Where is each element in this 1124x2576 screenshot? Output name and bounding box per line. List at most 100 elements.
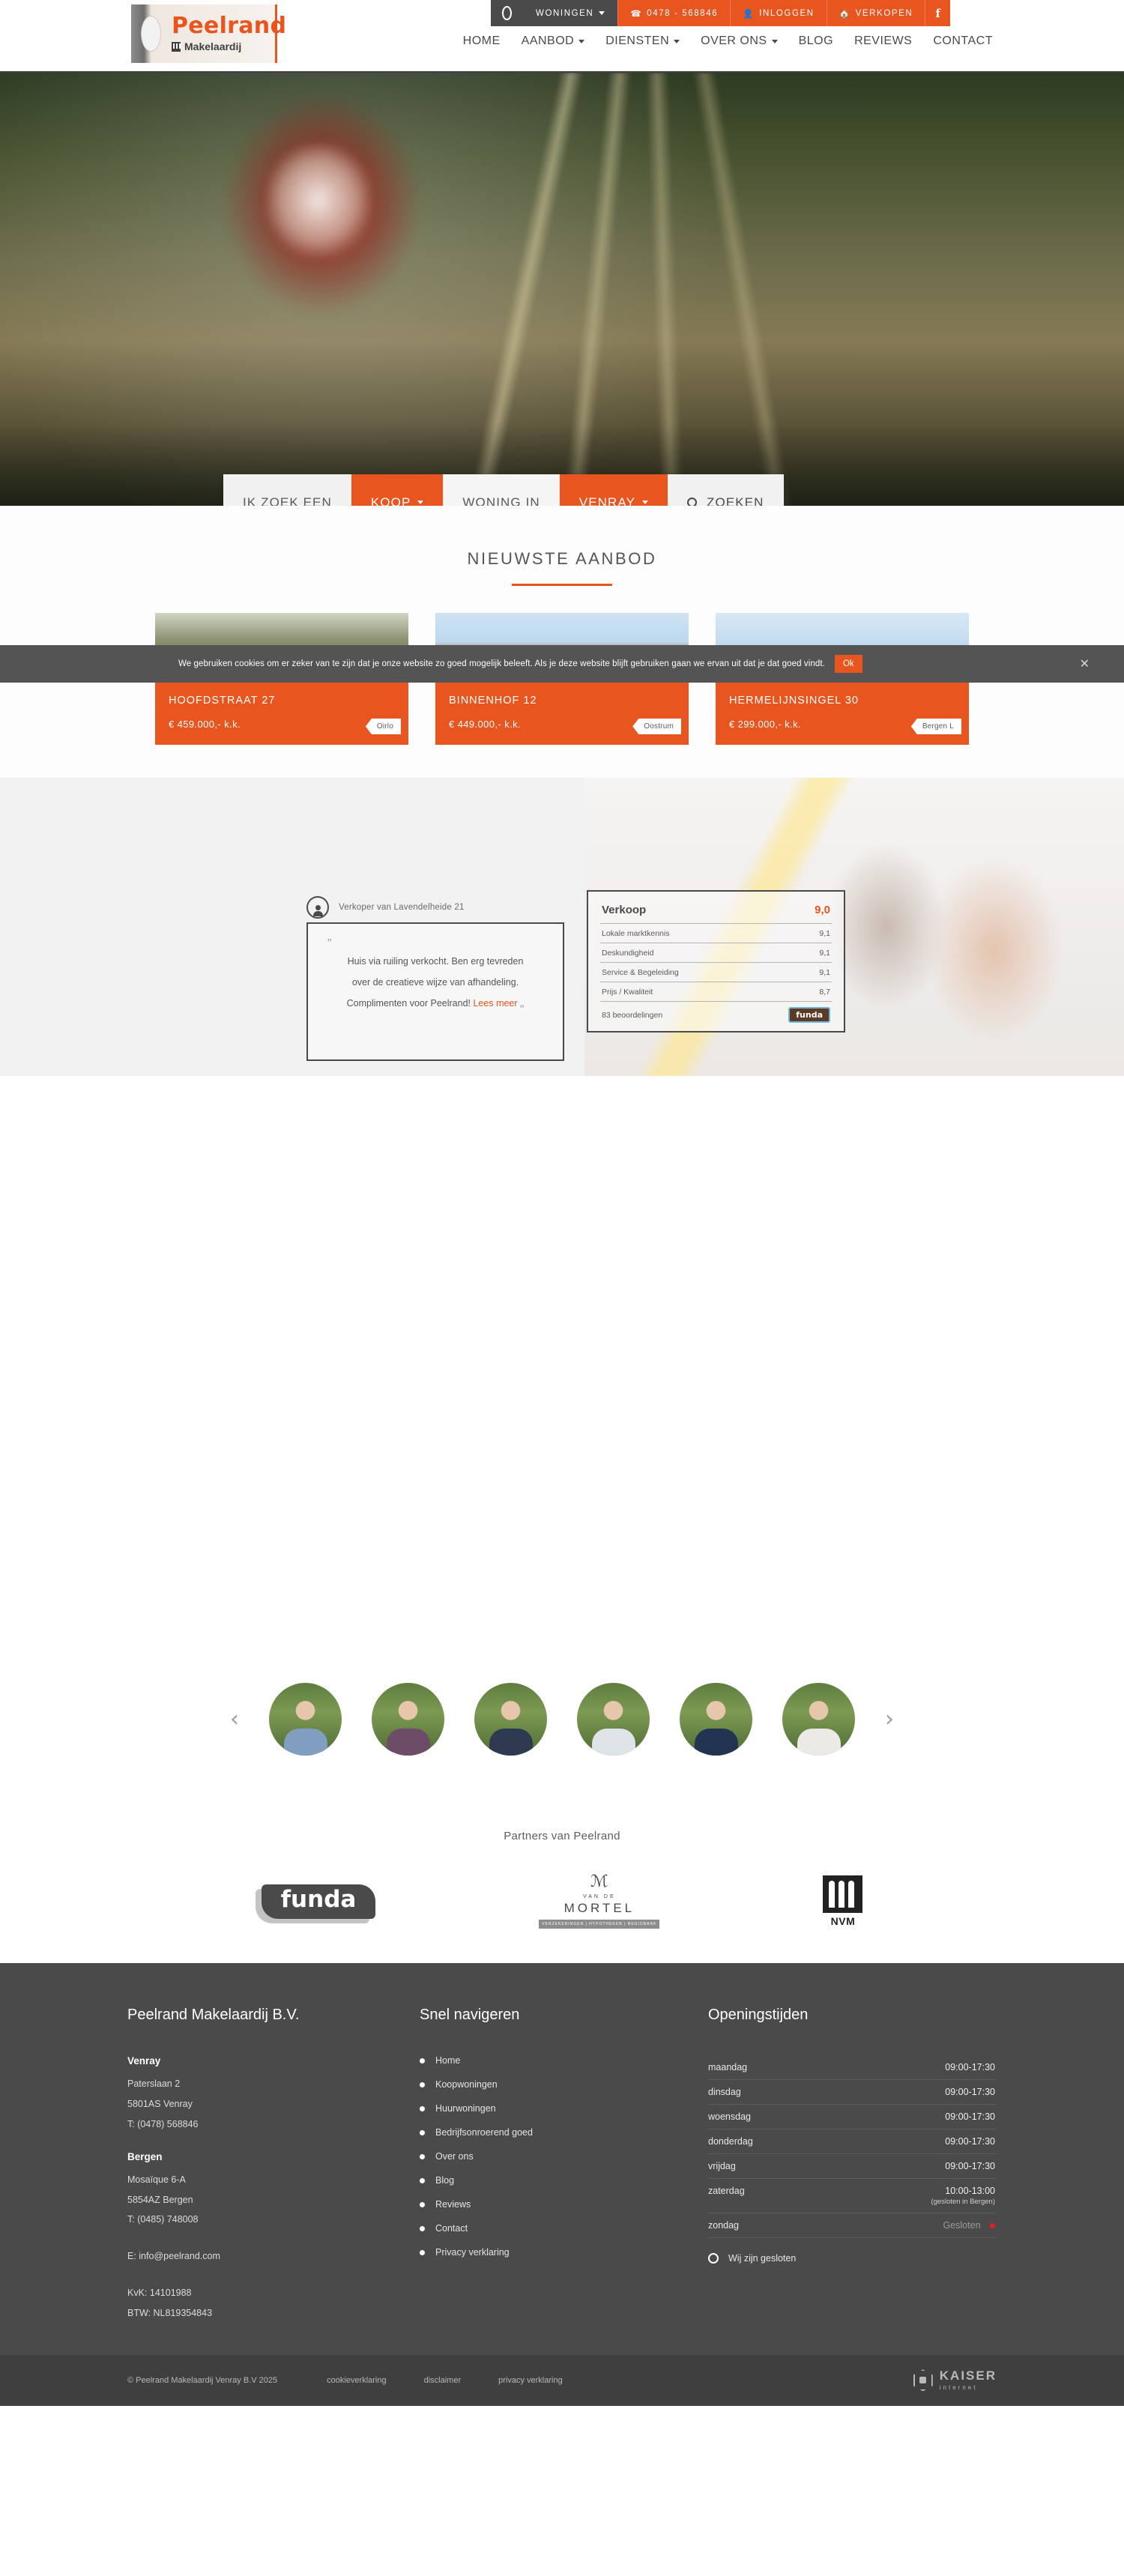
- utility-item-facebook[interactable]: f: [925, 0, 950, 26]
- partner-logo-funda[interactable]: funda: [261, 1884, 376, 1919]
- footer-email[interactable]: E: info@peelrand.com: [127, 2246, 420, 2267]
- utility-item-woningen[interactable]: WONINGEN: [523, 0, 618, 26]
- footer-nav-item-privacy-verklaring[interactable]: Privacy verklaring: [420, 2247, 708, 2258]
- site-logo[interactable]: Peelrand Makelaardij: [131, 4, 286, 63]
- hours-note: (gesloten in Bergen): [931, 2198, 995, 2206]
- nav-label-home: HOME: [462, 34, 501, 47]
- hours-day: zondag: [708, 2220, 740, 2231]
- logo-title: Peelrand: [172, 13, 287, 39]
- utility-label-phone: 0478 - 568846: [647, 8, 719, 18]
- closed-indicator-icon: [990, 2223, 995, 2229]
- hours-day: zaterdag: [708, 2186, 745, 2196]
- team-member-avatar[interactable]: [269, 1682, 342, 1756]
- legal-link-privacy-verklaring[interactable]: privacy verklaring: [498, 2376, 563, 2385]
- mortel-tagline: VERZEKERINGEN | HYPOTHEKEN | REGIOBANK: [539, 1920, 660, 1929]
- funda-rating-row: Lokale marktkennis 9,1: [600, 923, 832, 943]
- footer-office-phone[interactable]: T: (0478) 568846: [127, 2114, 420, 2135]
- listing-card-grid: HOOFDSTRAAT 27 € 459.000,- k.k. Oirlo BI…: [0, 613, 1124, 778]
- utility-bar: WONINGEN ☎ 0478 - 568846 👤 INLOGGEN 🏠 VE…: [491, 0, 950, 26]
- search-submit-button[interactable]: ZOEKEN: [668, 474, 784, 506]
- footer-office-city: Venray: [127, 2055, 161, 2066]
- listing-card-body: HOOFDSTRAAT 27 € 459.000,- k.k. Oirlo: [155, 683, 408, 745]
- hours-value-wrap: 10:00-13:00 (gesloten in Bergen): [931, 2186, 995, 2206]
- review-author-name: Verkoper van Lavendelheide 21: [339, 903, 465, 912]
- team-member-avatar[interactable]: [680, 1682, 752, 1756]
- footer-office-phone[interactable]: T: (0485) 748008: [127, 2210, 420, 2230]
- hours-day: woensdag: [708, 2111, 751, 2122]
- partner-logo-van-de-mortel[interactable]: ℳ VAN DE MORTEL VERZEKERINGEN | HYPOTHEK…: [539, 1874, 660, 1929]
- review-quote-text: Huis via ruiling verkocht. Ben erg tevre…: [327, 951, 543, 1014]
- footer-column-hours: Openingstijden maandag 09:00-17:30 dinsd…: [708, 2007, 997, 2323]
- footer-office-zip: 5854AZ Bergen: [127, 2194, 193, 2205]
- footer-columns: Peelrand Makelaardij B.V. Venray Patersl…: [127, 2007, 997, 2323]
- house-icon: 🏠: [839, 9, 851, 19]
- kaiser-name: KAISER: [939, 2368, 997, 2383]
- team-member-avatar[interactable]: [577, 1682, 650, 1756]
- hours-row: zaterdag 10:00-13:00 (gesloten in Bergen…: [708, 2179, 997, 2213]
- page-root: Peelrand Makelaardij WONINGEN ☎ 0478 - 5…: [0, 0, 1124, 2406]
- carousel-next-button[interactable]: ›: [885, 1706, 894, 1732]
- search-location-value: VENRAY: [578, 495, 636, 507]
- funda-panel-header: Verkoop 9,0: [600, 901, 832, 923]
- funda-review-count: 83 beoordelingen: [602, 1010, 663, 1020]
- bullet-icon: [420, 2129, 425, 2135]
- hours-value: 09:00-17:30: [945, 2087, 995, 2097]
- footer-office-zip: 5801AS Venray: [127, 2098, 193, 2109]
- team-member-avatar[interactable]: [782, 1682, 855, 1756]
- footer-nav-item-bedrijfsonroerend-goed[interactable]: Bedrijfsonroerend goed: [420, 2127, 708, 2138]
- search-type-dropdown[interactable]: KOOP: [351, 474, 444, 506]
- footer-nav-label: Huurwoningen: [435, 2103, 496, 2114]
- review-read-more-link[interactable]: Lees meer: [473, 998, 517, 1009]
- utility-label-verkopen: VERKOPEN: [855, 8, 913, 18]
- footer-office-city: Bergen: [127, 2150, 163, 2162]
- bullet-icon: [420, 2105, 425, 2111]
- avatar-body: [283, 1728, 327, 1756]
- nav-item-contact[interactable]: CONTACT: [933, 34, 993, 48]
- nav-item-home[interactable]: HOME: [463, 34, 501, 48]
- footer-office-street: Paterslaan 2: [127, 2078, 181, 2089]
- review-line-2: over de creatieve wijze van afhandeling.: [351, 976, 519, 988]
- footer-nav-item-contact[interactable]: Contact: [420, 2223, 708, 2234]
- footer-nav-item-blog[interactable]: Blog: [420, 2175, 708, 2186]
- utility-brand-mark: [491, 0, 523, 26]
- search-submit-label: ZOEKEN: [707, 495, 764, 507]
- footer-nav-item-reviews[interactable]: Reviews: [420, 2199, 708, 2210]
- utility-item-verkopen[interactable]: 🏠 VERKOPEN: [826, 0, 925, 26]
- nav-item-blog[interactable]: BLOG: [799, 34, 833, 48]
- kaiser-internet-credit[interactable]: KAISER internet: [913, 2368, 997, 2392]
- footer-nav-item-over-ons[interactable]: Over ons: [420, 2151, 708, 2162]
- search-location-dropdown[interactable]: VENRAY: [559, 474, 668, 507]
- team-member-avatar[interactable]: [474, 1682, 547, 1756]
- nav-item-aanbod[interactable]: AANBOD: [522, 34, 585, 48]
- listing-card-body: BINNENHOF 12 € 449.000,- k.k. Oostrum: [435, 683, 689, 745]
- team-member-avatar[interactable]: [372, 1682, 444, 1756]
- cookie-consent-banner: We gebruiken cookies om er zeker van te …: [0, 645, 1124, 683]
- listing-address: HOOFDSTRAAT 27: [169, 695, 276, 707]
- nav-item-diensten[interactable]: DIENSTEN: [605, 34, 680, 48]
- hours-row: dinsdag 09:00-17:30: [708, 2080, 997, 2105]
- utility-label-inloggen: INLOGGEN: [759, 8, 815, 18]
- funda-rating-label: Lokale marktkennis: [602, 929, 670, 938]
- funda-rating-label: Service & Begeleiding: [602, 968, 679, 977]
- hours-row: vrijdag 09:00-17:30: [708, 2154, 997, 2179]
- nav-item-reviews[interactable]: REVIEWS: [854, 34, 912, 48]
- logo-subtitle: Makelaardij: [184, 40, 242, 52]
- legal-link-disclaimer[interactable]: disclaimer: [424, 2376, 462, 2385]
- mortel-name-label: MORTEL: [563, 1901, 635, 1915]
- chevron-down-icon: [578, 39, 585, 43]
- footer-nav-item-koopwoningen[interactable]: Koopwoningen: [420, 2079, 708, 2090]
- carousel-prev-button[interactable]: ‹: [230, 1706, 239, 1732]
- cookie-accept-button[interactable]: Ok: [834, 655, 862, 673]
- footer-nav-item-home[interactable]: Home: [420, 2055, 708, 2066]
- utility-item-phone[interactable]: ☎ 0478 - 568846: [617, 0, 731, 26]
- copyright-text: © Peelrand Makelaardij Venray B.V 2025: [127, 2375, 278, 2385]
- legal-link-cookieverklaring[interactable]: cookieverklaring: [327, 2376, 386, 2385]
- footer-nav-item-huurwoningen[interactable]: Huurwoningen: [420, 2103, 708, 2114]
- bullet-icon: [420, 2201, 425, 2207]
- partner-logo-nvm[interactable]: NVM: [823, 1875, 863, 1927]
- nav-item-over-ons[interactable]: OVER ONS: [701, 34, 778, 48]
- close-icon[interactable]: ✕: [1080, 656, 1090, 671]
- utility-item-inloggen[interactable]: 👤 INLOGGEN: [730, 0, 827, 26]
- hours-day: dinsdag: [708, 2087, 741, 2097]
